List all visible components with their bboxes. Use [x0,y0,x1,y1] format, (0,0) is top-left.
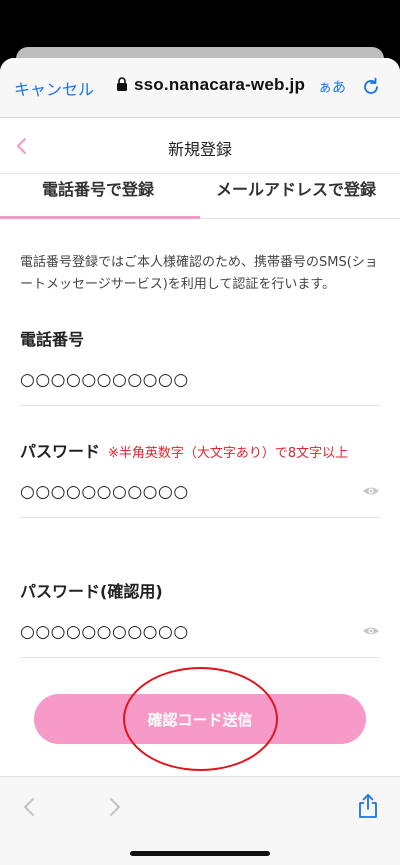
text-size-button[interactable]: ぁあ [318,77,346,97]
password-field[interactable]: ○○○○○○○○○○○ [20,482,380,518]
tab-email-registration[interactable]: メールアドレスで登録 [216,176,376,200]
eye-icon[interactable] [362,624,380,638]
chevron-left-icon[interactable] [22,797,36,817]
browser-top-bar: キャンセル sso.nanacara-web.jp ぁあ [0,58,400,118]
share-icon[interactable] [357,793,379,819]
reload-icon[interactable] [361,77,381,97]
phone-value: ○○○○○○○○○○○ [20,370,189,390]
browser-bottom-bar [0,776,400,865]
chevron-right-icon[interactable] [108,797,122,817]
password-confirm-field[interactable]: ○○○○○○○○○○○ [20,622,380,658]
password-confirm-label: パスワード(確認用) [20,582,163,601]
registration-tabs: 電話番号で登録 メールアドレスで登録 [0,174,400,219]
url-field[interactable]: sso.nanacara-web.jp [116,75,305,95]
send-code-button[interactable]: 確認コード送信 [34,694,366,744]
phone-label: 電話番号 [20,330,85,349]
active-tab-indicator [0,216,200,219]
tab-phone-registration[interactable]: 電話番号で登録 [42,176,154,200]
url-text: sso.nanacara-web.jp [134,75,306,94]
lock-icon [117,77,127,91]
browser-sheet: キャンセル sso.nanacara-web.jp ぁあ 新規登録 電話番号で登… [0,58,400,865]
eye-icon[interactable] [362,484,380,498]
phone-field[interactable]: ○○○○○○○○○○○ [20,370,380,406]
password-requirement-note: ※半角英数字（大文字あり）で8文字以上 [108,446,349,461]
cancel-button[interactable]: キャンセル [14,76,94,100]
home-indicator [130,851,270,856]
password-label-text: パスワード [20,442,101,461]
app-header: 新規登録 [0,118,400,174]
password-value: ○○○○○○○○○○○ [20,482,189,502]
page-title: 新規登録 [167,140,232,159]
form-content: 電話番号登録ではご本人様確認のため、携帯番号のSMS(ショートメッセージサービス… [0,252,400,658]
password-confirm-value: ○○○○○○○○○○○ [20,622,189,642]
sms-notice: 電話番号登録ではご本人様確認のため、携帯番号のSMS(ショートメッセージサービス… [20,255,378,292]
password-label: パスワード ※半角英数字（大文字あり）で8文字以上 [20,438,380,462]
